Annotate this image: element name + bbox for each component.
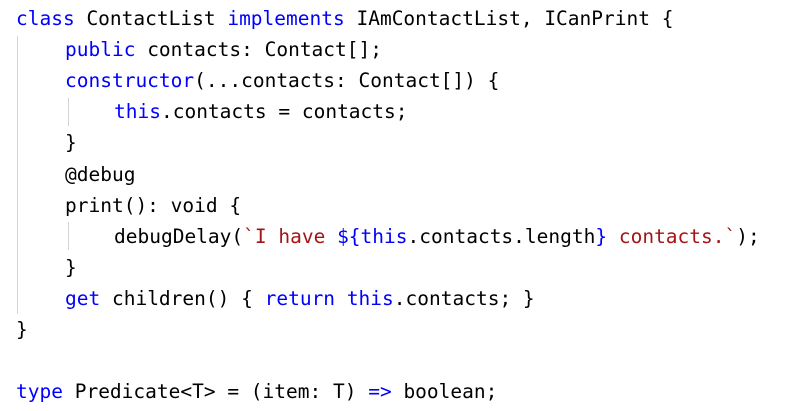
code-token: contacts: Contact[]; <box>135 38 382 62</box>
code-token: type <box>16 380 63 404</box>
code-token: @debug <box>65 162 136 186</box>
indent-guide-level-2-print <box>68 222 69 250</box>
code-token: contacts.` <box>607 224 737 248</box>
code-token: (...contacts: Contact[]) { <box>194 69 500 93</box>
code-token: .contacts = contacts; <box>160 100 408 124</box>
code-token: { <box>217 193 242 217</box>
children-getter-line: get children() { return this.contacts; } <box>65 286 535 312</box>
code-token: public <box>65 38 136 62</box>
type-alias-line: type Predicate<T> = (item: T) => boolean… <box>16 379 497 405</box>
code-token: } <box>16 318 28 341</box>
constructor-close-line: } <box>65 130 77 156</box>
code-token: ${ <box>337 224 361 248</box>
constructor-line: constructor(...contacts: Contact[]) { <box>65 68 499 94</box>
print-close-line: } <box>65 255 77 281</box>
code-token: ); <box>736 224 760 248</box>
code-token: } <box>65 131 77 155</box>
code-token: this <box>114 100 161 124</box>
class-close-line: } <box>16 317 28 343</box>
code-token: .contacts; } <box>393 286 535 310</box>
code-token: implements <box>227 7 345 30</box>
code-token: debugDelay( <box>114 224 244 248</box>
code-token: `I have <box>243 224 338 248</box>
indent-guide-level-1 <box>17 36 18 314</box>
print-body-line: debugDelay(`I have ${this.contacts.lengt… <box>114 224 760 250</box>
code-token: ContactList <box>74 7 228 30</box>
code-token: print(): <box>65 193 171 217</box>
code-editor[interactable]: class ContactList implements IAmContactL… <box>0 0 800 411</box>
code-token: this <box>346 286 394 310</box>
code-token: children() { <box>100 286 265 310</box>
code-token: constructor <box>65 69 195 93</box>
code-token: get <box>65 286 101 310</box>
code-token: class <box>16 7 75 30</box>
decorator-line: @debug <box>65 162 135 188</box>
code-token: return <box>264 286 336 310</box>
indent-guide-level-2-constructor <box>68 98 69 126</box>
code-token: Predicate<T> = (item: T) <box>62 380 369 404</box>
code-token: void <box>170 193 218 217</box>
class-declaration-line: class ContactList implements IAmContactL… <box>16 6 673 32</box>
code-token: => <box>368 380 392 404</box>
code-token: .contacts.length <box>407 224 596 248</box>
constructor-body-line: this.contacts = contacts; <box>114 99 408 125</box>
contacts-field-line: public contacts: Contact[]; <box>65 37 382 63</box>
print-method-line: print(): void { <box>65 193 241 219</box>
code-token: IAmContactList, ICanPrint { <box>344 7 674 30</box>
code-token: } <box>595 224 608 248</box>
code-token: boolean; <box>391 380 498 404</box>
code-token: } <box>65 255 77 279</box>
code-token: this <box>360 224 408 248</box>
